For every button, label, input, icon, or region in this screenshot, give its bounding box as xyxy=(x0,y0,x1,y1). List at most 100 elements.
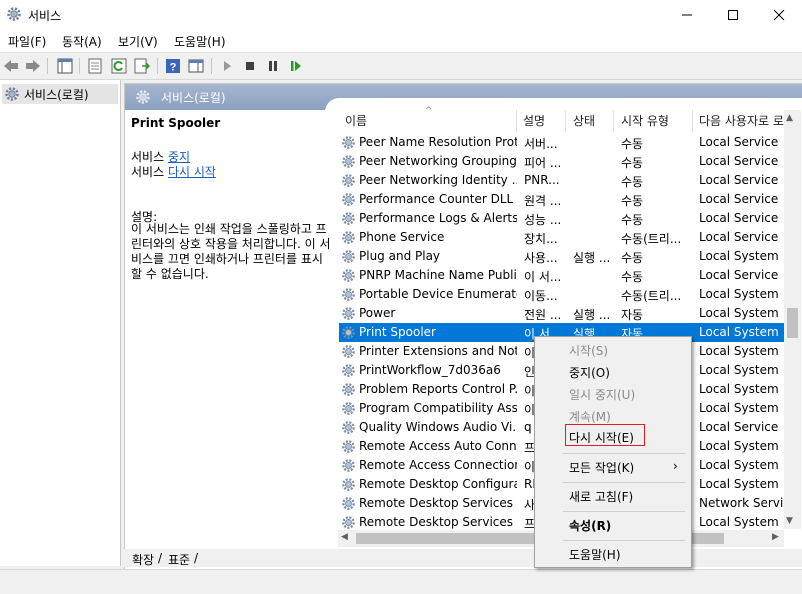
export-list-icon[interactable] xyxy=(133,57,151,75)
status-bar xyxy=(0,569,802,594)
service-logon-as: Local Service xyxy=(699,211,779,225)
service-gear-icon xyxy=(341,154,356,169)
service-gear-icon xyxy=(341,401,356,416)
close-button[interactable] xyxy=(756,0,802,30)
refresh-icon[interactable] xyxy=(110,57,128,75)
menu-item-properties[interactable]: 속성(R) xyxy=(569,517,611,534)
menu-item-start[interactable]: 시작(S) xyxy=(569,342,608,359)
column-separator[interactable] xyxy=(692,110,693,132)
service-gear-icon xyxy=(341,344,356,359)
menu-item-restart[interactable]: 다시 시작(E) xyxy=(569,429,634,446)
service-name: Plug and Play xyxy=(359,249,441,263)
service-logon-as: Local System xyxy=(699,306,779,320)
service-startup-type: 수동(트리... xyxy=(621,289,682,303)
show-hide-action-pane-icon[interactable] xyxy=(187,57,205,75)
service-gear-icon xyxy=(341,268,356,283)
minimize-icon xyxy=(682,14,692,16)
table-row[interactable]: Portable Device Enumerato... 이동... 수동(트리..… xyxy=(339,285,785,304)
toolbar-separator xyxy=(79,58,80,74)
column-header-name[interactable]: 이름 xyxy=(345,112,367,129)
column-header-startup-type[interactable]: 시작 유형 xyxy=(621,112,669,129)
help-icon[interactable]: ? xyxy=(164,57,182,75)
table-row[interactable]: Peer Networking Grouping 피어 ... 수동 Local Se… xyxy=(339,152,785,171)
menu-item-stop[interactable]: 중지(O) xyxy=(569,364,610,381)
service-name: Remote Desktop Services ... xyxy=(359,515,517,529)
services-gear-icon xyxy=(136,90,150,104)
service-logon-as: Local Service xyxy=(699,420,779,434)
service-name: Peer Networking Identity ... xyxy=(359,173,517,187)
service-description: 이 서... xyxy=(524,270,562,284)
service-description: 피어 ... xyxy=(524,156,562,170)
column-separator[interactable] xyxy=(565,110,566,132)
forward-arrow-icon[interactable] xyxy=(24,57,42,75)
column-header-description[interactable]: 설명 xyxy=(523,112,545,129)
service-startup-type: 수동 xyxy=(621,194,644,208)
service-gear-icon xyxy=(341,458,356,473)
maximize-button[interactable] xyxy=(710,0,756,30)
service-name: Remote Access Connection... xyxy=(359,458,517,472)
service-startup-type: 수동 xyxy=(621,137,644,151)
console-tree-icon[interactable] xyxy=(56,57,74,75)
tree-item-services-local[interactable]: 서비스(로컬) xyxy=(2,84,118,104)
menu-item-pause[interactable]: 일시 중지(U) xyxy=(569,386,635,403)
vertical-scroll-thumb[interactable] xyxy=(787,308,798,338)
service-logon-as: Local System xyxy=(699,458,779,472)
start-service-icon[interactable] xyxy=(218,57,236,75)
menu-view[interactable]: 보기(V) xyxy=(118,33,158,50)
scroll-left-arrow-icon[interactable]: ◀ xyxy=(341,532,348,542)
table-row[interactable]: Peer Networking Identity ... PNR... 수동 Loca… xyxy=(339,171,785,190)
menu-help[interactable]: 도움말(H) xyxy=(174,33,226,50)
pane-header-curve xyxy=(325,98,802,112)
table-row[interactable]: Peer Name Resolution Prot... 서버... 수동 Local… xyxy=(339,133,785,152)
service-gear-icon xyxy=(341,382,356,397)
scroll-up-arrow-icon[interactable]: ▲ xyxy=(786,113,793,123)
column-header-status[interactable]: 상태 xyxy=(573,112,595,129)
stop-service-icon[interactable] xyxy=(241,57,259,75)
console-tree-pane: 서비스(로컬) xyxy=(0,80,121,566)
service-startup-type: 수동 xyxy=(621,270,644,284)
service-logon-as: Local System xyxy=(699,401,779,415)
service-name: Remote Desktop Configura... xyxy=(359,477,517,491)
minimize-button[interactable] xyxy=(664,0,710,30)
service-gear-icon xyxy=(341,135,356,150)
table-row[interactable]: Performance Logs & Alerts 성능 ... 수동 Local S… xyxy=(339,209,785,228)
tab-standard[interactable]: 표준 xyxy=(168,551,190,568)
tab-divider: / xyxy=(158,551,163,565)
restart-service-icon[interactable] xyxy=(287,57,305,75)
menu-item-all-tasks[interactable]: 모든 작업(K) xyxy=(569,459,634,476)
close-icon xyxy=(773,9,785,21)
menu-item-resume[interactable]: 계속(M) xyxy=(569,408,611,425)
column-separator[interactable] xyxy=(516,110,517,132)
service-name: Performance Counter DLL ... xyxy=(359,192,517,206)
menu-file[interactable]: 파일(F) xyxy=(8,33,46,50)
menu-action[interactable]: 동작(A) xyxy=(62,33,102,50)
tab-extended[interactable]: 확장 xyxy=(132,551,154,568)
service-logon-as: Local System xyxy=(699,249,779,263)
menu-separator xyxy=(563,453,685,454)
table-row[interactable]: Plug and Play 사용... 실행 ... 수동 Local System xyxy=(339,247,785,266)
scroll-right-arrow-icon[interactable]: ▶ xyxy=(772,532,779,542)
table-row[interactable]: Phone Service 장치... 수동(트리... Local Service xyxy=(339,228,785,247)
table-row[interactable]: Power 전원 ... 실행 ... 자동 Local System xyxy=(339,304,785,323)
stop-service-link[interactable]: 중지 xyxy=(168,150,190,164)
service-logon-as: Network Service xyxy=(699,496,789,510)
menu-bar: 파일(F) 동작(A) 보기(V) 도움말(H) xyxy=(0,30,802,53)
properties-sheet-icon[interactable] xyxy=(86,57,104,75)
service-startup-type: 수동 xyxy=(621,251,644,265)
menu-item-refresh[interactable]: 새로 고침(F) xyxy=(569,488,633,505)
restart-service-link[interactable]: 다시 시작 xyxy=(168,165,216,179)
service-startup-type: 수동 xyxy=(621,213,644,227)
back-arrow-icon[interactable] xyxy=(2,57,20,75)
pause-service-icon[interactable] xyxy=(264,57,282,75)
menu-item-help[interactable]: 도움말(H) xyxy=(569,546,621,563)
description-text: 이 서비스는 인쇄 작업을 스풀링하고 프린터와의 상호 작용을 처리합니다. … xyxy=(131,222,331,281)
service-name: Quality Windows Audio Vi... xyxy=(359,420,517,434)
table-row[interactable]: PNRP Machine Name Publi... 이 서... 수동 Local … xyxy=(339,266,785,285)
service-logon-as: Local System xyxy=(699,382,779,396)
scroll-down-arrow-icon[interactable]: ▼ xyxy=(786,516,793,526)
service-gear-icon xyxy=(341,477,356,492)
service-logon-as: Local Service xyxy=(699,154,779,168)
table-row[interactable]: Performance Counter DLL ... 원격 ... 수동 Local… xyxy=(339,190,785,209)
service-logon-as: Local Service xyxy=(699,135,779,149)
column-separator[interactable] xyxy=(613,110,614,132)
